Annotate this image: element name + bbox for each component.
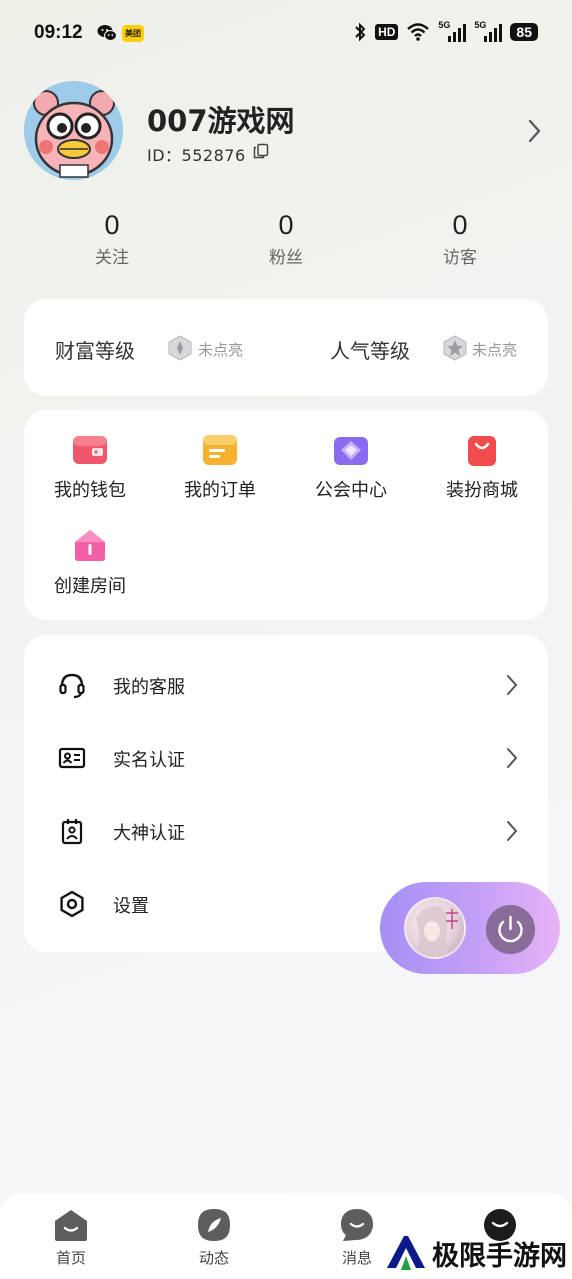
guild-center-label: 公会中心 (315, 480, 387, 501)
status-time: 09:12 (34, 22, 83, 43)
nav-feed[interactable]: 动态 (169, 1207, 259, 1268)
menu-item-label: 实名认证 (113, 750, 185, 771)
watermark: 极限手游网 (380, 1228, 568, 1278)
id-card-icon (58, 747, 86, 769)
dress-shop-label: 装扮商城 (446, 480, 518, 501)
chevron-right-icon (507, 748, 518, 768)
room-avatar[interactable] (404, 897, 466, 959)
copy-icon[interactable] (253, 143, 269, 159)
watermark-text: 极限手游网 (432, 1241, 567, 1272)
power-icon[interactable] (486, 905, 535, 954)
dress-shop-button[interactable]: 装扮商城 (427, 434, 537, 502)
headset-icon (59, 673, 85, 699)
stat-label: 粉丝 (269, 248, 303, 268)
stat-visitors[interactable]: 0 访客 (400, 210, 520, 268)
menu-item-master-certification[interactable]: 大神认证 (24, 795, 548, 865)
chevron-right-icon[interactable] (526, 118, 542, 144)
order-icon (203, 435, 237, 465)
nav-label: 动态 (198, 1249, 229, 1267)
watermark-logo-icon (384, 1231, 428, 1275)
profile-name: 007游戏网 (147, 104, 295, 138)
chevron-right-icon (507, 675, 518, 695)
signal-icon: 5G (438, 20, 467, 42)
house-icon (75, 530, 105, 561)
popularity-level-badge-icon (443, 335, 467, 361)
badge-icon (61, 819, 83, 845)
guild-center-button[interactable]: 公会中心 (296, 434, 406, 502)
home-icon (55, 1210, 87, 1241)
wallet-icon (73, 436, 107, 464)
wealth-level-badge-icon (168, 335, 192, 361)
stat-value: 0 (452, 210, 468, 240)
guild-icon (334, 437, 368, 465)
stat-label: 访客 (443, 248, 477, 268)
orders-label: 我的订单 (184, 480, 256, 501)
popularity-level-title[interactable]: 人气等级 (330, 335, 410, 364)
shop-bag-icon (468, 436, 496, 466)
nav-home[interactable]: 首页 (26, 1207, 116, 1268)
chevron-right-icon (507, 821, 518, 841)
stat-value: 0 (278, 210, 294, 240)
wifi-icon (407, 23, 430, 41)
avatar-pig-icon (24, 81, 123, 180)
wallet-button[interactable]: 我的钱包 (35, 434, 145, 502)
bluetooth-icon (355, 22, 366, 42)
orders-button[interactable]: 我的订单 (165, 434, 275, 502)
gear-icon (60, 890, 84, 918)
profile-id: ID：552876 (147, 146, 246, 165)
wallet-label: 我的钱包 (54, 480, 126, 501)
create-room-label: 创建房间 (54, 576, 126, 597)
feed-icon (198, 1209, 230, 1241)
stat-value: 0 (104, 210, 120, 240)
menu-item-label: 大神认证 (113, 823, 185, 844)
stat-fans[interactable]: 0 粉丝 (226, 210, 346, 268)
wechat-icon (97, 25, 117, 41)
menu-item-label: 我的客服 (113, 677, 185, 698)
status-bar: 09:12 美团 HD 5G 5G 85 (0, 0, 572, 66)
signal-icon-2: 5G (474, 20, 503, 42)
menu-item-real-name[interactable]: 实名认证 (24, 722, 548, 792)
message-icon (341, 1209, 373, 1241)
nav-label: 首页 (55, 1249, 86, 1267)
battery-indicator: 85 (510, 23, 538, 41)
stat-label: 关注 (95, 248, 129, 268)
menu-item-label: 设置 (113, 896, 149, 917)
avatar[interactable] (24, 81, 123, 180)
popularity-level-status: 未点亮 (472, 341, 518, 359)
menu-item-customer-service[interactable]: 我的客服 (24, 649, 548, 719)
create-room-button[interactable]: 创建房间 (35, 528, 145, 598)
hd-badge: HD (375, 24, 399, 40)
wealth-level-status: 未点亮 (198, 341, 244, 359)
stat-following[interactable]: 0 关注 (52, 210, 172, 268)
meituan-icon: 美团 (122, 25, 144, 42)
wealth-level-title[interactable]: 财富等级 (55, 335, 135, 364)
